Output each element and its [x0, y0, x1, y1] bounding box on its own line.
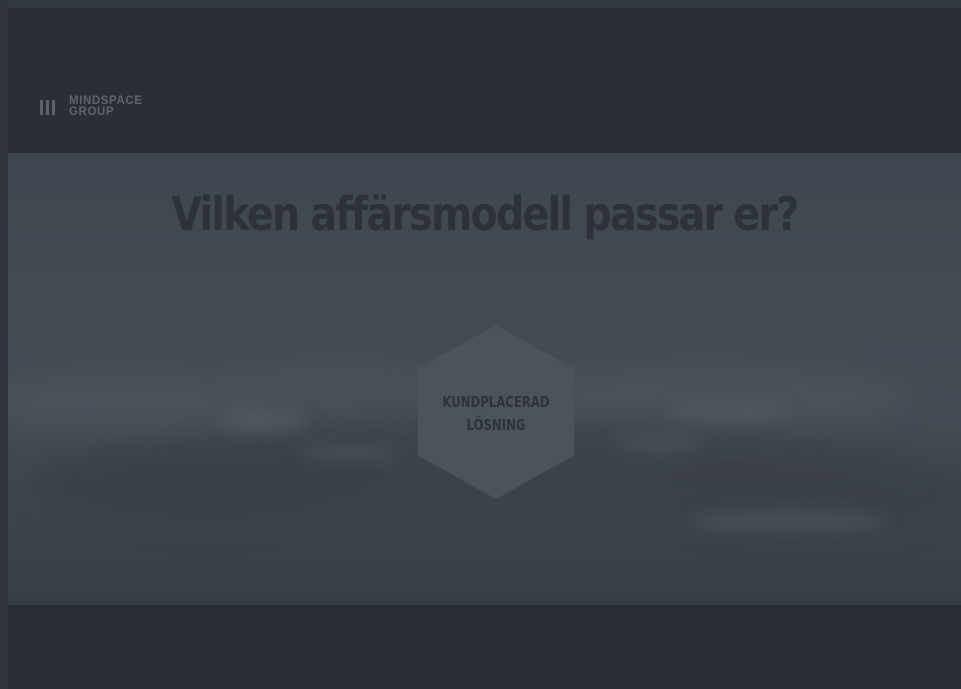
page-title: Vilken affärsmodell passar er? — [171, 187, 799, 241]
hexagon-option-button[interactable]: KUNDPLACERAD LÖSNING — [418, 325, 574, 499]
site-logo[interactable]: MINDSPACE GROUP — [40, 95, 143, 118]
page-viewport: MINDSPACE GROUP Vilken affärsmodell pass… — [0, 0, 961, 689]
left-border — [0, 0, 8, 689]
page-footer — [8, 605, 961, 689]
hexagon-label-line-2: LÖSNING — [466, 416, 526, 434]
hexagon-label-line-1: KUNDPLACERAD — [442, 393, 550, 411]
logo-line-2: GROUP — [69, 106, 115, 118]
three-bars-icon — [40, 99, 55, 115]
hero-section: Vilken affärsmodell passar er? KUNDPLACE… — [8, 153, 961, 605]
hexagon-option-label: KUNDPLACERAD LÖSNING — [435, 391, 557, 437]
top-border — [0, 0, 961, 8]
site-header: MINDSPACE GROUP — [8, 8, 961, 153]
logo-wordmark: MINDSPACE GROUP — [69, 95, 143, 118]
